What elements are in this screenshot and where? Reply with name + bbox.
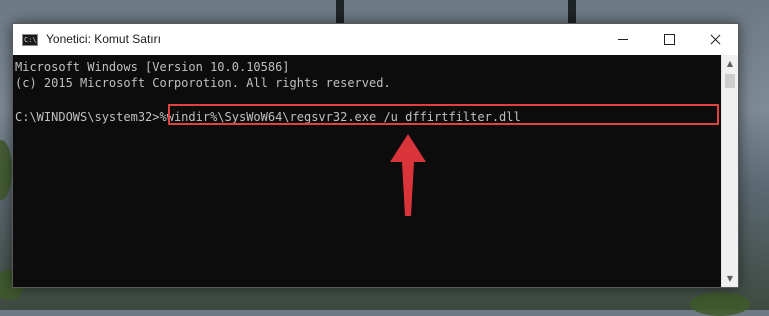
scrollbar-thumb[interactable]: [725, 74, 735, 88]
red-up-arrow-icon: [390, 134, 426, 216]
minimize-button[interactable]: [600, 24, 646, 55]
scroll-down-arrow-icon[interactable]: ▼: [722, 270, 738, 287]
maximize-icon: [664, 34, 675, 45]
vertical-scrollbar[interactable]: ▲ ▼: [721, 55, 738, 287]
background-foliage: [0, 140, 12, 200]
cmd-icon: C:\: [22, 34, 38, 46]
maximize-button[interactable]: [646, 24, 692, 55]
console-line: Microsoft Windows [Version 10.0.10586]: [15, 60, 290, 74]
console-line: (c) 2015 Microsoft Corporotion. All righ…: [15, 76, 391, 90]
command-prompt-window: C:\ Yonetici: Komut Satırı Microsoft Win…: [12, 23, 739, 288]
background-foliage: [690, 292, 750, 316]
title-bar[interactable]: C:\ Yonetici: Komut Satırı: [13, 24, 738, 55]
scroll-up-arrow-icon[interactable]: ▲: [722, 55, 738, 72]
window-title: Yonetici: Komut Satırı: [46, 32, 161, 46]
console-output[interactable]: Microsoft Windows [Version 10.0.10586] (…: [13, 55, 721, 287]
minimize-icon: [618, 39, 628, 40]
command-highlight-box: [168, 104, 719, 125]
close-button[interactable]: [692, 24, 738, 55]
